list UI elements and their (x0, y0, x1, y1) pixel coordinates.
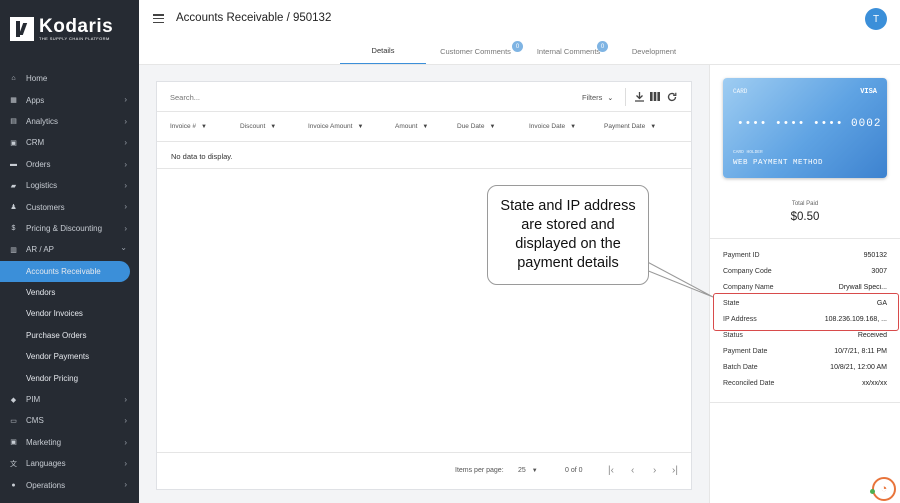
online-status-dot (870, 489, 875, 494)
annotation-callout: State and IP address are stored and disp… (487, 185, 649, 285)
callout-pointer (639, 257, 714, 298)
app-window: Kodaris THE SUPPLY CHAIN PLATFORM ⌂ Home ▦… (0, 0, 900, 503)
chat-widget-icon[interactable]: ◔ (872, 477, 896, 501)
